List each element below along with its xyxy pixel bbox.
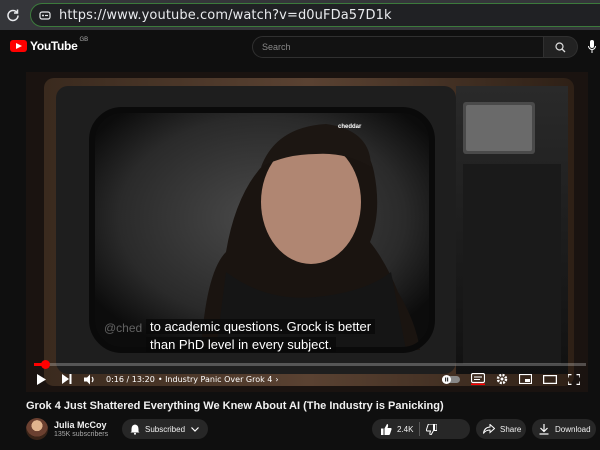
download-label: Download <box>555 424 591 434</box>
subscribe-label: Subscribed <box>145 424 186 434</box>
bell-icon <box>130 424 140 435</box>
like-dislike-group: 2.4K <box>372 419 470 439</box>
video-player[interactable]: cheddar @ched to academic questions. Gro… <box>26 72 588 392</box>
watermark-text: @ched <box>104 321 143 335</box>
url-text[interactable]: https://www.youtube.com/watch?v=d0uFDa57… <box>59 8 392 23</box>
search-icon <box>555 41 566 52</box>
youtube-play-icon <box>10 40 27 52</box>
chapter-title[interactable]: • Industry Panic Over Grok 4 <box>158 375 273 384</box>
share-icon <box>483 424 495 434</box>
download-icon <box>539 423 549 435</box>
miniplayer-icon <box>519 374 532 384</box>
country-code: GB <box>79 37 89 43</box>
play-icon <box>37 373 46 385</box>
like-count: 2.4K <box>397 424 414 434</box>
owner-row: Julia McCoy 135K subscribers Subscribed … <box>26 418 596 442</box>
fullscreen-icon <box>568 373 580 385</box>
autoplay-toggle[interactable] <box>442 368 460 390</box>
search-bar: Search <box>252 36 578 58</box>
chapter-chevron-icon[interactable]: › <box>275 375 278 384</box>
time-display: 0:16 / 13:20 <box>106 374 155 384</box>
caption-line-1: to academic questions. Grock is better <box>146 318 446 335</box>
microphone-icon[interactable] <box>588 40 596 58</box>
logo-wordmark: YouTube <box>30 39 78 53</box>
caption-text-2: than PhD level in every subject. <box>146 337 337 352</box>
gear-icon <box>496 373 508 385</box>
dislike-button[interactable] <box>426 423 438 435</box>
volume-button[interactable] <box>78 368 102 390</box>
caption-line-2: than PhD level in every subject. <box>146 336 446 353</box>
volume-icon <box>84 374 94 384</box>
theater-mode-icon <box>543 374 557 384</box>
share-button[interactable]: Share <box>476 419 526 439</box>
browser-toolbar: https://www.youtube.com/watch?v=d0uFDa57… <box>0 0 600 30</box>
channel-avatar[interactable] <box>26 418 48 440</box>
autoplay-icon <box>442 374 460 384</box>
caption-text-1: to academic questions. Grock is better <box>146 319 376 334</box>
search-input[interactable]: Search <box>252 36 544 58</box>
progress-bar[interactable] <box>34 360 586 369</box>
play-button[interactable] <box>26 368 56 390</box>
next-icon <box>62 374 72 384</box>
chevron-down-icon <box>191 426 199 432</box>
youtube-header: YouTube GB Search <box>0 30 600 64</box>
like-button[interactable]: 2.4K <box>372 423 414 435</box>
theater-mode-button[interactable] <box>543 368 557 390</box>
search-button[interactable] <box>544 36 578 58</box>
channel-bug: cheddar <box>338 124 362 130</box>
player-right-controls <box>442 368 580 390</box>
thumbs-down-icon <box>426 423 438 435</box>
subscribe-button[interactable]: Subscribed <box>122 419 209 439</box>
reload-icon[interactable] <box>0 0 26 30</box>
thumbs-up-icon <box>381 423 392 435</box>
share-label: Share <box>500 424 522 434</box>
subtitles-button[interactable] <box>471 368 485 390</box>
download-button[interactable]: Download <box>532 419 596 439</box>
player-controls: 0:16 / 13:20 • Industry Panic Over Grok … <box>26 368 588 390</box>
subtitles-icon <box>471 373 485 385</box>
video-title: Grok 4 Just Shattered Everything We Knew… <box>26 400 444 412</box>
address-bar[interactable]: https://www.youtube.com/watch?v=d0uFDa57… <box>30 3 600 27</box>
site-info-icon[interactable] <box>31 8 59 22</box>
channel-name[interactable]: Julia McCoy <box>54 420 107 430</box>
like-divider <box>419 422 421 436</box>
settings-button[interactable] <box>496 368 508 390</box>
fullscreen-button[interactable] <box>568 368 580 390</box>
next-button[interactable] <box>56 368 78 390</box>
subscriber-count: 135K subscribers <box>54 431 109 438</box>
miniplayer-button[interactable] <box>519 368 532 390</box>
youtube-logo[interactable]: YouTube GB <box>10 37 89 53</box>
